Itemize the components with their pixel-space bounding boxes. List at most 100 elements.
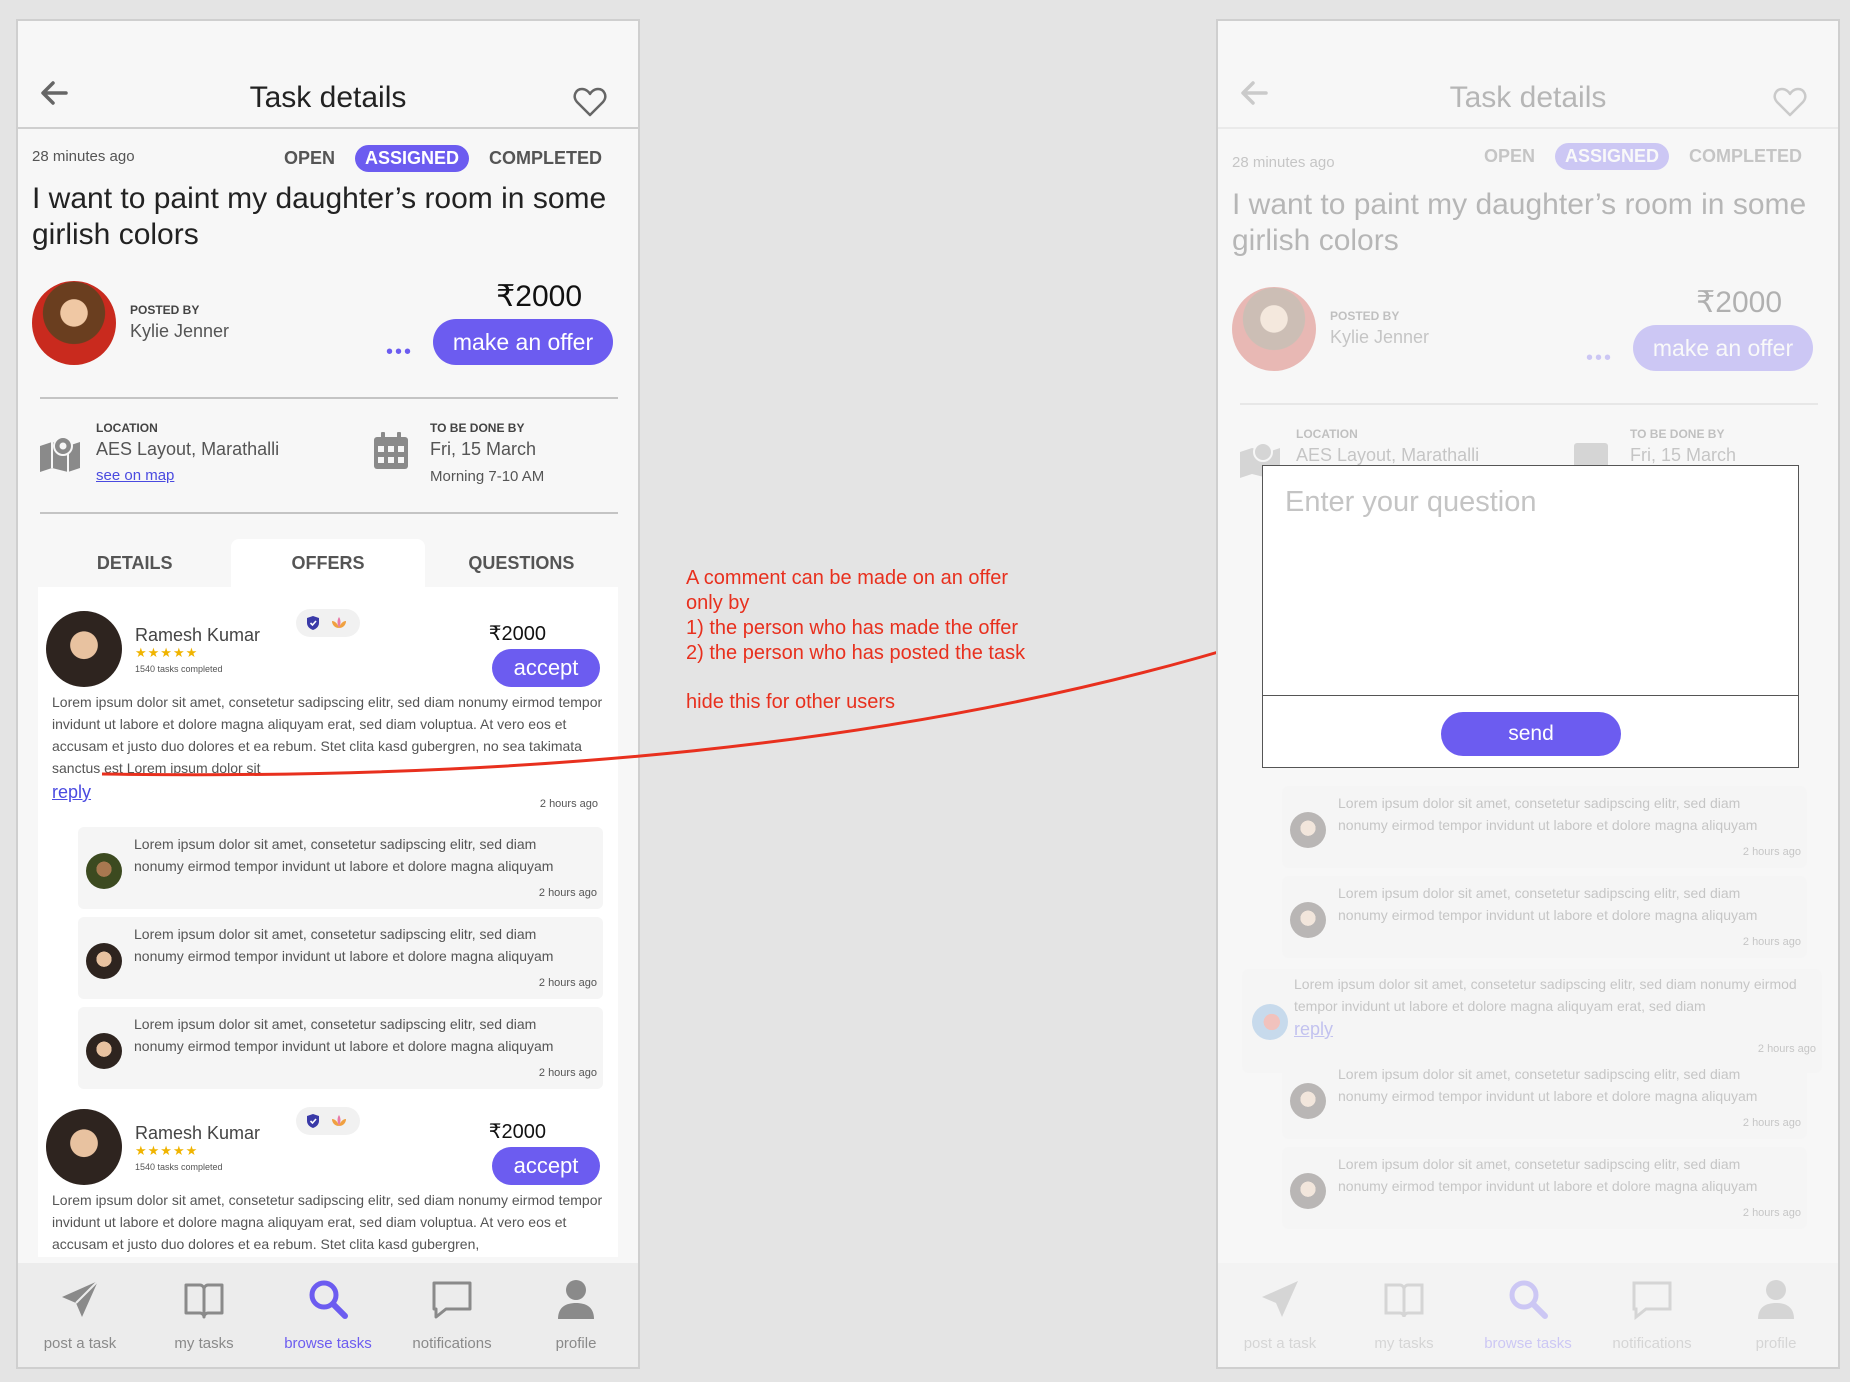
make-offer-button[interactable]: make an offer bbox=[433, 319, 613, 365]
offerer-avatar[interactable] bbox=[46, 611, 122, 687]
nav-my-tasks[interactable]: my tasks bbox=[142, 1263, 266, 1367]
commenter-avatar[interactable] bbox=[86, 1033, 122, 1069]
commenter-avatar[interactable] bbox=[1290, 1083, 1326, 1119]
status-tracker: OPEN ASSIGNED COMPLETED bbox=[1474, 143, 1812, 170]
comment-time: 2 hours ago bbox=[1742, 1117, 1801, 1129]
annotation-spacer bbox=[686, 666, 1086, 690]
nav-notifications[interactable]: notifications bbox=[390, 1263, 514, 1367]
posted-time: 28 minutes ago bbox=[1232, 154, 1335, 171]
lotus-icon bbox=[332, 617, 346, 628]
bottom-nav: post a task my tasks browse tasks notifi… bbox=[18, 1263, 638, 1367]
tab-details[interactable]: DETAILS bbox=[38, 539, 231, 587]
poster-name[interactable]: Kylie Jenner bbox=[1330, 327, 1429, 348]
app-header: Task details bbox=[18, 21, 638, 129]
offer-message: Lorem ipsum dolor sit amet, consetetur s… bbox=[52, 694, 603, 776]
offerer-name[interactable]: Ramesh Kumar bbox=[135, 625, 260, 646]
nav-label: post a task bbox=[43, 1335, 117, 1352]
comment-item: Lorem ipsum dolor sit amet, consetetur s… bbox=[1282, 1147, 1807, 1229]
shield-icon bbox=[307, 616, 319, 630]
book-icon bbox=[184, 1283, 224, 1319]
offer-price: ₹2000 bbox=[488, 623, 546, 645]
see-on-map-link[interactable]: see on map bbox=[96, 467, 174, 484]
annotation-line: only by bbox=[686, 592, 750, 614]
heart-icon[interactable] bbox=[1772, 85, 1808, 119]
nav-browse-tasks[interactable]: browse tasks bbox=[266, 1263, 390, 1367]
comment-text: Lorem ipsum dolor sit amet, consetetur s… bbox=[1294, 976, 1797, 1014]
more-options-button[interactable]: ••• bbox=[386, 341, 413, 364]
nav-browse-tasks[interactable]: browse tasks bbox=[1466, 1263, 1590, 1367]
poster-name[interactable]: Kylie Jenner bbox=[130, 321, 229, 342]
offer-message: Lorem ipsum dolor sit amet, consetetur s… bbox=[52, 1192, 603, 1252]
comment-text: Lorem ipsum dolor sit amet, consetetur s… bbox=[1338, 1066, 1758, 1104]
task-details-screen: Task details 28 minutes ago OPEN ASSIGNE… bbox=[16, 19, 640, 1369]
make-offer-button[interactable]: make an offer bbox=[1633, 325, 1813, 371]
shield-icon bbox=[307, 1114, 319, 1128]
tab-questions[interactable]: QUESTIONS bbox=[425, 539, 618, 587]
offerer-badges bbox=[296, 1107, 360, 1135]
location-label: LOCATION bbox=[96, 421, 158, 435]
annotation-line: 2) the person who has posted the task bbox=[686, 642, 1026, 664]
poster-avatar[interactable] bbox=[1232, 287, 1316, 371]
divider bbox=[1240, 403, 1818, 405]
nav-my-tasks[interactable]: my tasks bbox=[1342, 1263, 1466, 1367]
offerer-avatar[interactable] bbox=[46, 1109, 122, 1185]
nav-label: browse tasks bbox=[1484, 1335, 1572, 1352]
accept-button[interactable]: accept bbox=[492, 1147, 600, 1185]
heart-icon[interactable] bbox=[572, 85, 608, 119]
task-title: I want to paint my daughter’s room in so… bbox=[1232, 188, 1807, 257]
task-price: ₹2000 bbox=[496, 280, 582, 313]
offerer-badges bbox=[296, 609, 360, 637]
posted-by-label: POSTED BY bbox=[1330, 309, 1400, 323]
nav-label: profile bbox=[555, 1335, 597, 1352]
comment-time: 2 hours ago bbox=[1742, 936, 1801, 948]
commenter-avatar[interactable] bbox=[86, 853, 122, 889]
commenter-avatar[interactable] bbox=[1290, 812, 1326, 848]
app-header: Task details bbox=[1218, 21, 1838, 129]
chat-bubble-icon bbox=[432, 1281, 472, 1319]
comment-text: Lorem ipsum dolor sit amet, consetetur s… bbox=[1338, 795, 1758, 833]
location-value: AES Layout, Marathalli bbox=[1296, 445, 1480, 465]
nav-post-task[interactable]: post a task bbox=[18, 1263, 142, 1367]
commenter-avatar[interactable] bbox=[1290, 902, 1326, 938]
question-input[interactable] bbox=[1263, 466, 1798, 696]
offer-time: 2 hours ago bbox=[539, 798, 598, 810]
comment-time: 2 hours ago bbox=[1757, 1043, 1816, 1055]
calendar-icon bbox=[374, 432, 408, 469]
send-button[interactable]: send bbox=[1441, 712, 1621, 756]
person-icon bbox=[1758, 1280, 1794, 1319]
status-open: OPEN bbox=[1483, 146, 1535, 166]
due-date: Fri, 15 March bbox=[1630, 445, 1737, 465]
offers-list: Ramesh Kumar ★★★★★ 1540 tasks completed … bbox=[38, 587, 618, 1257]
status-open: OPEN bbox=[283, 148, 335, 168]
nav-notifications[interactable]: notifications bbox=[1590, 1263, 1714, 1367]
lotus-icon bbox=[332, 1115, 346, 1126]
reply-link[interactable]: reply bbox=[1294, 1019, 1333, 1040]
commenter-avatar[interactable] bbox=[86, 943, 122, 979]
status-tracker: OPEN ASSIGNED COMPLETED bbox=[274, 145, 612, 172]
offerer-name[interactable]: Ramesh Kumar bbox=[135, 1123, 260, 1144]
comment-text: Lorem ipsum dolor sit amet, consetetur s… bbox=[134, 1016, 554, 1054]
comment-item: Lorem ipsum dolor sit amet, consetetur s… bbox=[78, 917, 603, 999]
commenter-avatar[interactable] bbox=[1290, 1173, 1326, 1209]
accept-button[interactable]: accept bbox=[492, 649, 600, 687]
posted-by-label: POSTED BY bbox=[130, 303, 200, 317]
commenter-avatar[interactable] bbox=[1252, 1004, 1288, 1040]
status-completed: COMPLETED bbox=[488, 148, 602, 168]
tasks-completed: 1540 tasks completed bbox=[135, 1162, 223, 1172]
tab-offers[interactable]: OFFERS bbox=[231, 539, 425, 587]
nav-post-task[interactable]: post a task bbox=[1218, 1263, 1342, 1367]
question-modal: send bbox=[1262, 465, 1799, 768]
comment-item: Lorem ipsum dolor sit amet, consetetur s… bbox=[1282, 876, 1807, 958]
posted-time: 28 minutes ago bbox=[32, 148, 135, 165]
reply-link[interactable]: reply bbox=[52, 782, 91, 803]
paper-plane-icon bbox=[1262, 1281, 1298, 1317]
more-options-button[interactable]: ••• bbox=[1586, 347, 1613, 370]
designer-annotation: A comment can be made on an offer only b… bbox=[686, 566, 1086, 715]
nav-profile[interactable]: profile bbox=[1714, 1263, 1838, 1367]
nav-label: post a task bbox=[1243, 1335, 1317, 1352]
detail-tabs: DETAILS OFFERS QUESTIONS bbox=[38, 539, 618, 587]
search-icon bbox=[309, 1280, 348, 1319]
comment-item: Lorem ipsum dolor sit amet, consetetur s… bbox=[1282, 786, 1807, 868]
nav-profile[interactable]: profile bbox=[514, 1263, 638, 1367]
poster-avatar[interactable] bbox=[32, 281, 116, 365]
